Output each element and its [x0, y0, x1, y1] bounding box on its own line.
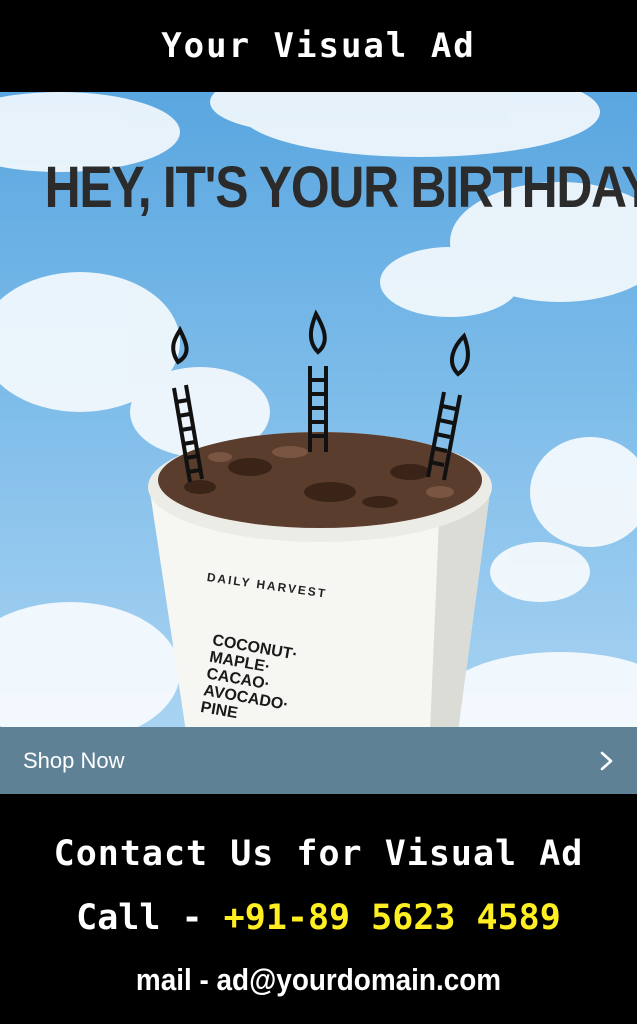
shop-now-label: Shop Now	[23, 747, 125, 773]
email-link[interactable]: mail - ad@yourdomain.com	[32, 962, 605, 998]
ad-headline: HEY, IT'S YOUR BIRTHDAY!	[44, 155, 637, 220]
shop-now-button[interactable]: Shop Now	[0, 727, 637, 794]
call-label: Call -	[76, 898, 224, 938]
call-line: Call - +91-89 5623 4589	[0, 898, 637, 938]
header-title: Your Visual Ad	[161, 26, 476, 66]
phone-number-link[interactable]: +91-89 5623 4589	[224, 898, 561, 938]
ad-image[interactable]: HEY, IT'S YOUR BIRTHDAY! DAILY HARVEST C…	[0, 92, 637, 727]
candle-middle	[308, 309, 328, 452]
top-header: Your Visual Ad	[0, 0, 637, 92]
contact-title: Contact Us for Visual Ad	[53, 834, 584, 874]
cup-flavor-list: COCONUT· MAPLE· CACAO· AVOCADO· PINE	[199, 632, 299, 727]
chevron-right-icon	[600, 751, 613, 770]
contact-section: Contact Us for Visual Ad Call - +91-89 5…	[0, 794, 637, 1024]
